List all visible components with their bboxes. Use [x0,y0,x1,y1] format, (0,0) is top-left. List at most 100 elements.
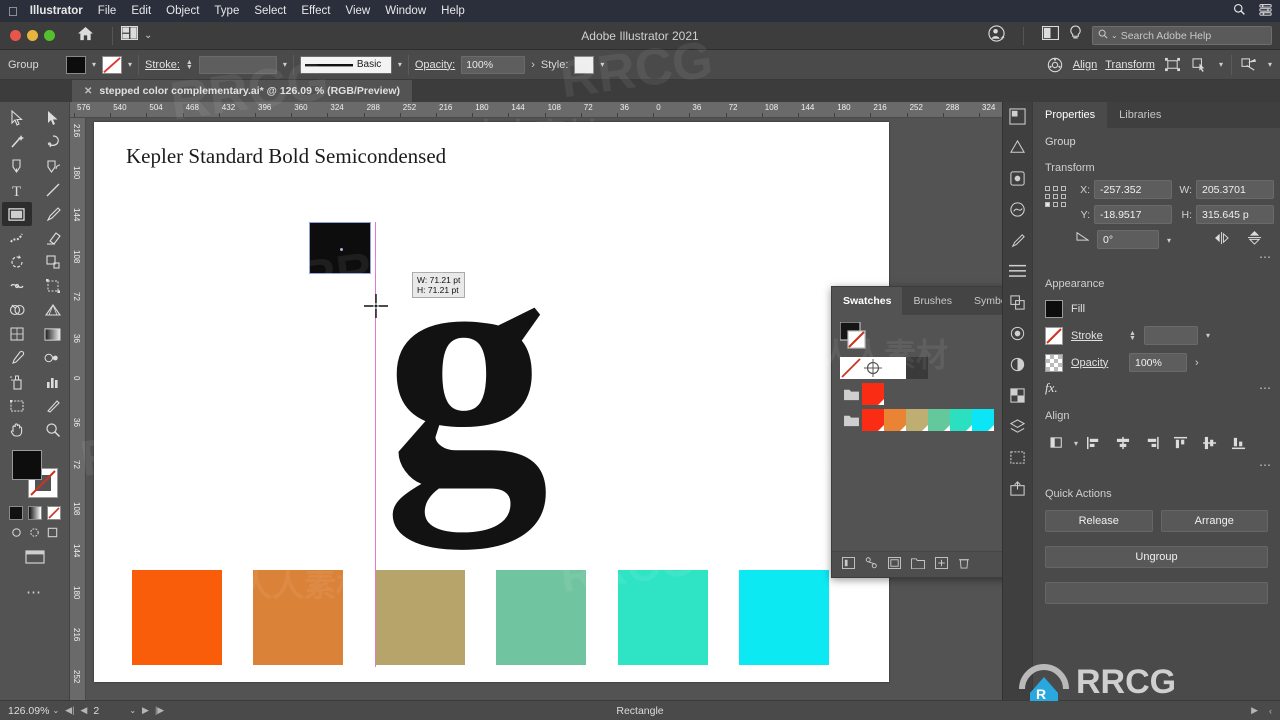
opacity-label[interactable]: Opacity [1071,357,1121,369]
show-swatch-kinds-icon[interactable] [865,556,878,574]
stroke-weight-field-prop[interactable] [1143,326,1198,345]
isolate-icon[interactable] [1240,55,1260,75]
mesh-tool[interactable] [2,322,32,346]
align-panel-icon[interactable] [1009,263,1026,285]
shaper-tool[interactable] [2,226,32,250]
type-tool[interactable]: T [2,178,32,202]
tab-properties[interactable]: Properties [1033,102,1108,128]
menu-object[interactable]: Object [166,5,199,17]
align-left-icon[interactable] [1081,432,1107,454]
document-setup-icon[interactable] [1045,55,1065,75]
libraries-icon[interactable] [1009,170,1026,192]
gradient-tool[interactable] [38,322,68,346]
appearance-opacity-swatch[interactable] [1045,353,1063,372]
fill-label[interactable]: Fill [1071,303,1121,315]
anchor-bl[interactable] [1045,202,1050,207]
color-square-2[interactable] [253,570,343,665]
color-square-1[interactable] [132,570,222,665]
swatch-grid[interactable] [832,353,1002,551]
symbols-icon[interactable] [1009,201,1026,223]
zoom-tool[interactable] [38,418,68,442]
color-group-folder-icon-2[interactable] [840,409,862,431]
rotate-tool[interactable] [2,250,32,274]
color-guide-icon[interactable] [1009,139,1026,161]
artboards-icon[interactable] [1009,449,1026,471]
artboard-area[interactable]: Kepler Standard Bold Semicondensed g W: … [86,118,1002,700]
active-fill-indicator[interactable] [839,321,866,349]
scale-tool[interactable] [38,250,68,274]
appearance-more-options-icon[interactable]: ⋯ [1259,381,1272,395]
menu-select[interactable]: Select [254,5,286,17]
search-caret-icon[interactable]: ⌄ [1111,31,1118,40]
angle-field[interactable]: 0° [1097,230,1159,249]
shape-builder-tool[interactable] [2,298,32,322]
release-button[interactable]: Release [1045,510,1153,532]
hand-tool[interactable] [2,418,32,442]
window-controls[interactable] [10,30,55,41]
anchor-br[interactable] [1061,202,1066,207]
graphic-styles-icon[interactable] [1009,356,1026,378]
horizontal-ruler[interactable]: 576 540 504 468 432 396 360 324 288 252 216 180 144 1… [70,102,1002,118]
home-icon[interactable] [77,26,94,46]
align-objects-icon[interactable] [1163,55,1183,75]
color-group-folder-icon[interactable] [840,383,862,405]
vertical-ruler[interactable]: 216 180 144 108 72 36 0 36 72 108 144 180 216 252 [70,118,86,700]
swatches-panel[interactable]: Swatches Brushes Symbols » | [831,286,1002,578]
ungroup-button[interactable]: Ungroup [1045,546,1268,568]
x-field[interactable]: -257.352 [1094,180,1172,199]
swatch-orange-2[interactable] [884,409,906,431]
swatch-none[interactable] [840,357,862,379]
close-icon[interactable]: ✕ [84,86,92,97]
color-icon[interactable] [1009,108,1026,130]
brush-definition-field[interactable]: Basic [299,55,392,74]
fill-color-swatch[interactable] [11,450,42,480]
slice-tool[interactable] [38,394,68,418]
swatch-green-2[interactable] [928,409,950,431]
swatch-cyan-2[interactable] [972,409,994,431]
eraser-tool[interactable] [38,226,68,250]
align-button[interactable]: Align [1073,59,1097,71]
align-center-h-icon[interactable] [1110,432,1136,454]
color-square-3[interactable] [375,570,465,665]
free-transform-tool[interactable] [38,274,68,298]
anchor-ml[interactable] [1045,194,1050,199]
anchor-tr[interactable] [1061,186,1066,191]
menu-illustrator[interactable]: Illustrator [30,5,83,17]
rectangle-tool[interactable] [1,202,32,226]
align-top-icon[interactable] [1168,432,1194,454]
fill-caret-icon[interactable]: ▾ [92,60,96,69]
transform-button[interactable]: Transform [1105,59,1155,71]
swatch-red[interactable] [862,383,884,405]
fx-label[interactable]: fx. [1045,380,1058,396]
align-to-icon[interactable] [1045,432,1071,454]
opacity-field-prop[interactable]: 100% [1129,353,1187,372]
swatch-red-2[interactable] [862,409,884,431]
y-field[interactable]: -18.9517 [1094,205,1172,224]
align-more-options-icon[interactable]: ⋯ [1259,458,1272,472]
opacity-label[interactable]: Opacity: [415,59,455,71]
transform-more-options-icon[interactable]: ⋯ [1259,250,1272,264]
pen-tool[interactable] [2,154,32,178]
maximize-window-button[interactable] [44,30,55,41]
swatch-turquoise-2[interactable] [950,409,972,431]
brush-caret-icon[interactable]: ▾ [398,60,402,69]
stroke-swatch-button[interactable] [102,55,123,74]
none-button[interactable] [46,506,61,520]
swatch-khaki-2[interactable] [906,409,928,431]
selection-tool[interactable] [2,106,32,130]
tab-swatches[interactable]: Swatches [832,287,903,315]
tab-libraries[interactable]: Libraries [1107,102,1173,128]
tab-brushes[interactable]: Brushes [902,287,963,315]
pathfinder-icon[interactable] [1009,294,1026,316]
control-center-icon[interactable] [1259,3,1272,19]
selected-rectangle[interactable] [309,222,371,274]
swatch-black[interactable] [906,357,928,379]
eyedropper-tool[interactable] [2,346,32,370]
curvature-tool[interactable] [38,154,68,178]
h-field[interactable]: 315.645 p [1196,205,1274,224]
line-segment-tool[interactable] [38,178,68,202]
stroke-weight-caret-icon[interactable]: ▾ [283,60,287,69]
menu-type[interactable]: Type [214,5,239,17]
anchor-tc[interactable] [1053,186,1058,191]
lasso-tool[interactable] [38,130,68,154]
